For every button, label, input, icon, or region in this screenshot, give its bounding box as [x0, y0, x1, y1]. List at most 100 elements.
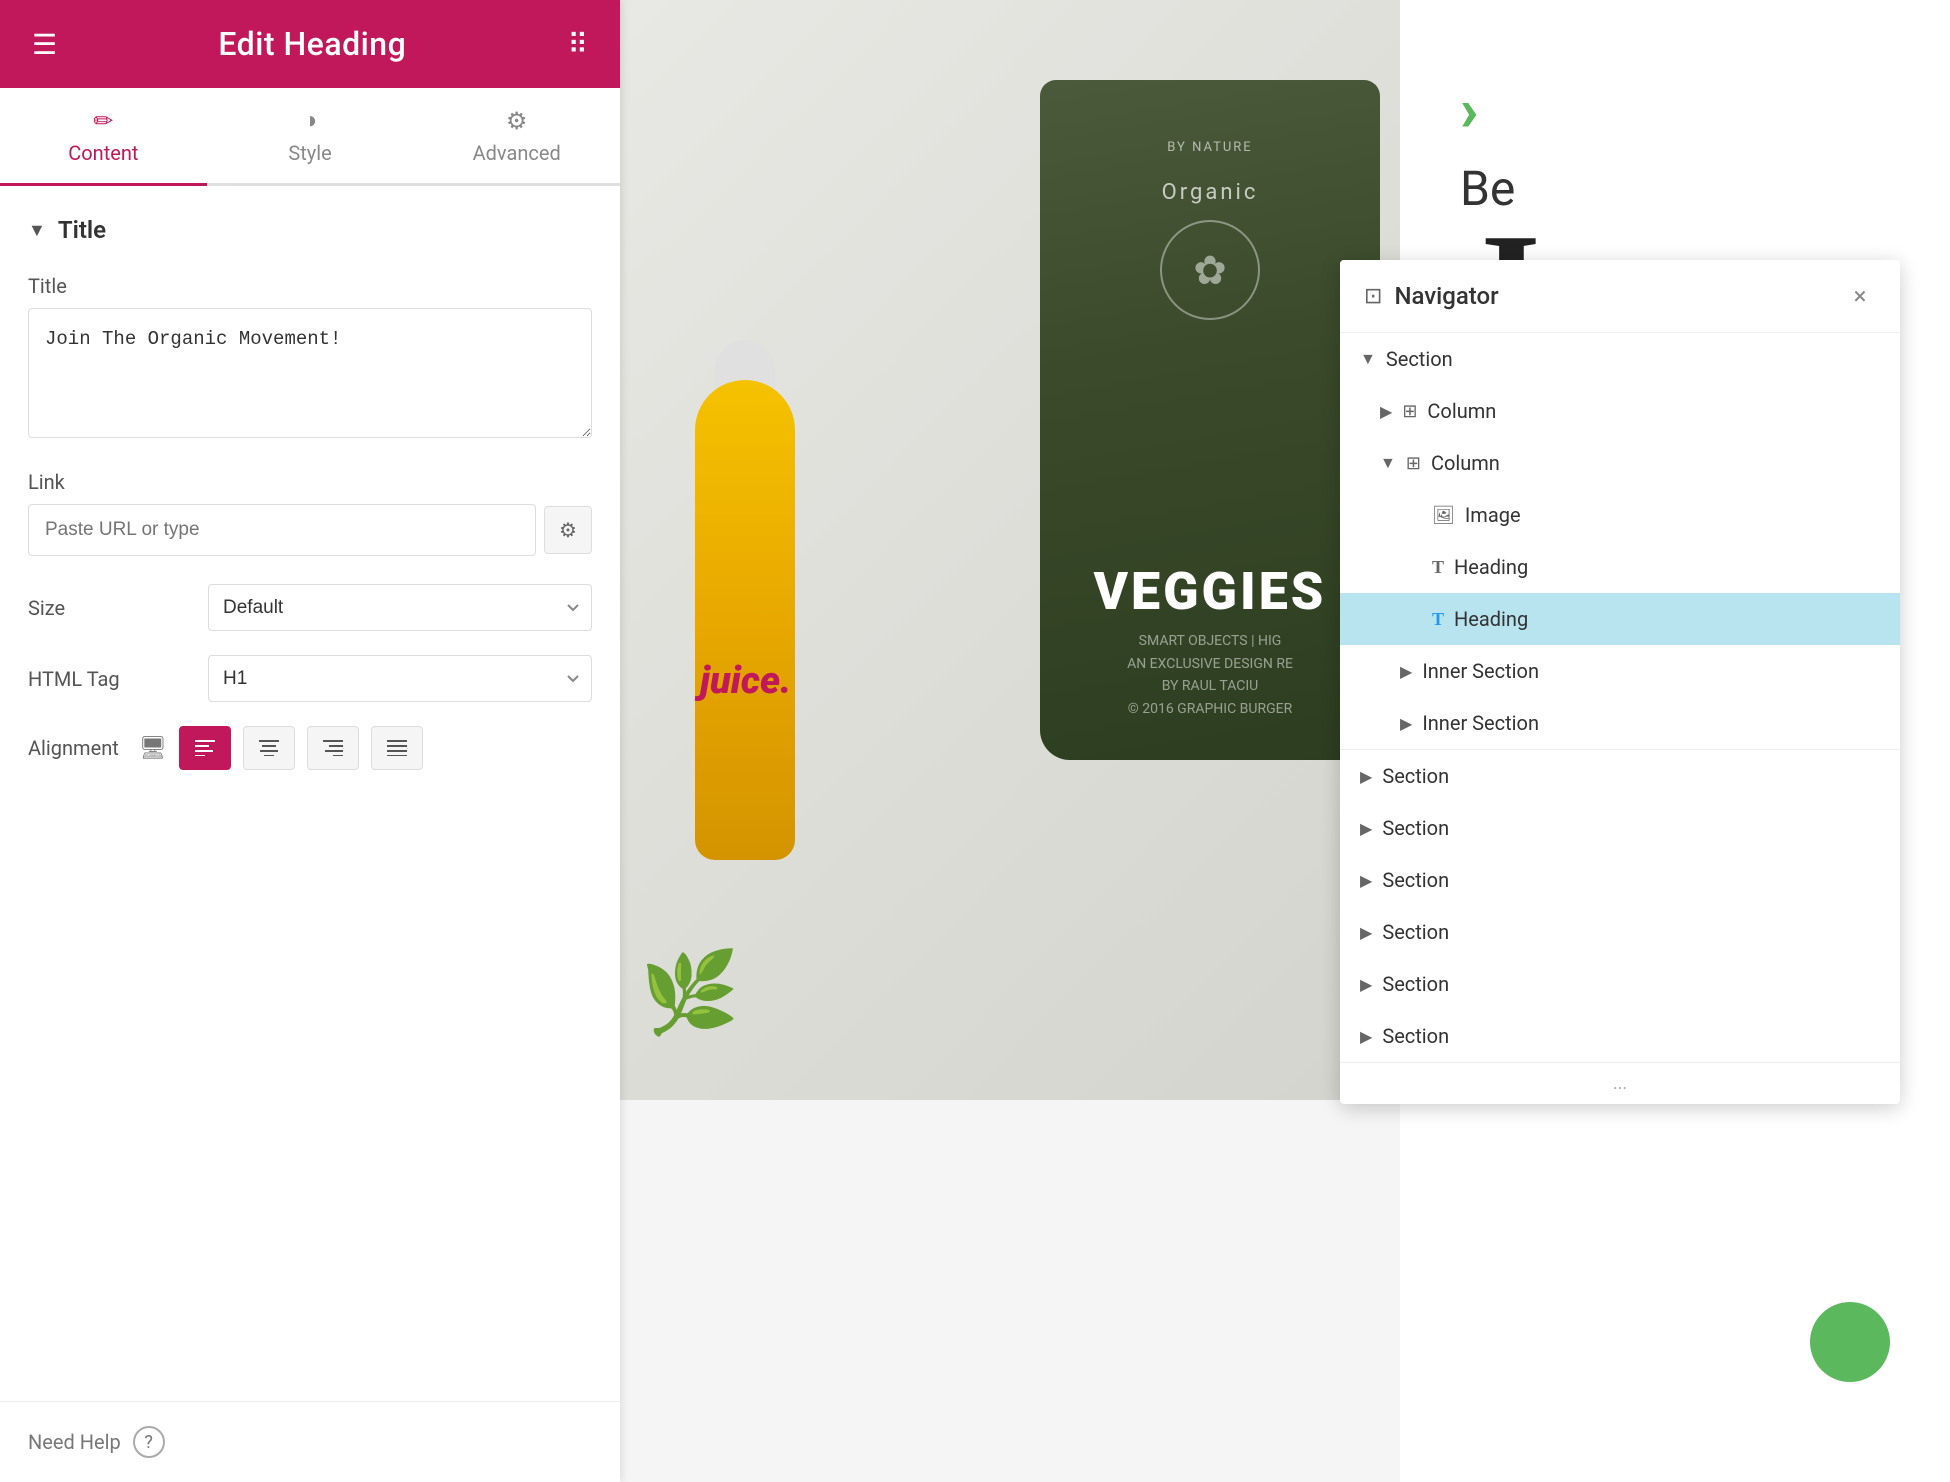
hamburger-icon[interactable]: ☰ [32, 28, 57, 61]
nav-item-section-2[interactable]: ▶ Section [1340, 750, 1900, 802]
monitor-icon: 🖥 [139, 736, 167, 761]
alignment-label: Alignment [28, 736, 119, 760]
nav-label-column-2: Column [1431, 451, 1500, 475]
size-label: Size [28, 596, 208, 620]
nav-item-inner-section-2[interactable]: ▶ Inner Section [1340, 697, 1900, 749]
nav-chevron-section5: ▶ [1360, 923, 1372, 942]
veggies-bag: BY NATURE Organic ✿ VEGGIES SMART OBJECT… [1040, 80, 1380, 760]
align-left-button[interactable] [179, 726, 231, 770]
nav-heading-icon-active: T [1432, 609, 1444, 630]
nav-label-heading-1: Heading [1454, 555, 1528, 579]
nav-heading-icon-1: T [1432, 557, 1444, 578]
nav-label-inner-section-2: Inner Section [1422, 711, 1539, 735]
nav-column-icon-2: ⊞ [1406, 453, 1421, 474]
arrow-decoration: › [1460, 80, 1890, 140]
nav-label-section-top: Section [1386, 347, 1453, 371]
size-field-row: Size Default Small Medium Large [28, 584, 592, 631]
collapse-arrow-icon[interactable]: ▼ [28, 220, 46, 241]
section-heading: Title [58, 216, 106, 244]
grid-icon[interactable]: ⠿ [567, 28, 588, 61]
nav-label-section-5: Section [1382, 920, 1449, 944]
nav-item-heading-active[interactable]: T Heading [1340, 593, 1900, 645]
bottle-body: juice. [695, 380, 795, 860]
product-image-area: BY NATURE Organic ✿ VEGGIES SMART OBJECT… [620, 0, 1400, 1100]
nav-item-section-3[interactable]: ▶ Section [1340, 802, 1900, 854]
bottle-text: juice. [700, 662, 790, 700]
navigator-header: ⊡ Navigator × [1340, 260, 1900, 333]
panel-tabs: ✏ Content ◑ Style ⚙ Advanced [0, 88, 620, 186]
nav-panel-icon: ⊡ [1364, 284, 1382, 309]
link-field-group: Link ⚙ [28, 470, 592, 556]
nav-label-section-2: Section [1382, 764, 1449, 788]
style-tab-label: Style [288, 141, 331, 165]
nav-item-section-top[interactable]: ▼ Section [1340, 333, 1900, 385]
title-field-group: Title Join The Organic Movement! [28, 274, 592, 442]
nav-item-heading-1[interactable]: T Heading [1340, 541, 1900, 593]
nav-item-image[interactable]: 🖼 Image [1340, 489, 1900, 541]
left-panel: ☰ Edit Heading ⠿ ✏ Content ◑ Style ⚙ Adv… [0, 0, 620, 1482]
html-tag-label: HTML Tag [28, 667, 208, 691]
html-tag-field-row: HTML Tag H1 H2 H3 div span p [28, 655, 592, 702]
tab-style[interactable]: ◑ Style [207, 88, 414, 183]
size-select[interactable]: Default Small Medium Large [208, 584, 592, 631]
alignment-row: Alignment 🖥 [28, 726, 592, 770]
nav-item-section-7[interactable]: ▶ Section [1340, 1010, 1900, 1062]
nav-header-left: ⊡ Navigator [1364, 282, 1499, 310]
advanced-tab-icon: ⚙ [506, 107, 528, 135]
nav-chevron-inner1: ▶ [1400, 662, 1412, 681]
title-input[interactable]: Join The Organic Movement! [28, 308, 592, 438]
nav-label-heading-active: Heading [1454, 607, 1528, 631]
link-settings-button[interactable]: ⚙ [544, 506, 592, 554]
nav-chevron-inner2: ▶ [1400, 714, 1412, 733]
tab-advanced[interactable]: ⚙ Advanced [413, 88, 620, 183]
align-center-button[interactable] [243, 726, 295, 770]
nav-label-column-1: Column [1427, 399, 1496, 423]
section-title-row: ▼ Title [28, 216, 592, 244]
bag-brand-text: Organic [1162, 180, 1259, 205]
bag-emblem-icon: ✿ [1160, 220, 1260, 320]
nav-chevron-col2: ▼ [1380, 453, 1396, 473]
nav-label-image: Image [1465, 503, 1521, 527]
navigator-panel: ⊡ Navigator × ▼ Section ▶ ⊞ Column ▼ ⊞ C… [1340, 260, 1900, 1104]
nav-image-icon: 🖼 [1432, 505, 1455, 526]
nav-chevron-section6: ▶ [1360, 975, 1372, 994]
link-label: Link [28, 470, 592, 494]
nav-label-section-7: Section [1382, 1024, 1449, 1048]
need-help-label: Need Help [28, 1430, 121, 1454]
nav-more-dots: ... [1613, 1073, 1627, 1094]
link-input-row: ⚙ [28, 504, 592, 556]
link-input[interactable] [28, 504, 536, 556]
align-right-button[interactable] [307, 726, 359, 770]
green-dot-decoration [1810, 1302, 1890, 1382]
content-tab-icon: ✏ [93, 107, 113, 135]
nav-column-icon-1: ⊞ [1402, 401, 1417, 422]
nav-item-section-6[interactable]: ▶ Section [1340, 958, 1900, 1010]
help-button[interactable]: ? [133, 1426, 165, 1458]
main-content: BY NATURE Organic ✿ VEGGIES SMART OBJECT… [620, 0, 1950, 1482]
nav-chevron-section2: ▶ [1360, 767, 1372, 786]
html-tag-select[interactable]: H1 H2 H3 div span p [208, 655, 592, 702]
nav-label-section-6: Section [1382, 972, 1449, 996]
tab-content[interactable]: ✏ Content [0, 88, 207, 186]
nav-item-column-1[interactable]: ▶ ⊞ Column [1340, 385, 1900, 437]
nav-item-section-5[interactable]: ▶ Section [1340, 906, 1900, 958]
bag-title-text: VEGGIES [1094, 561, 1327, 622]
nav-item-column-2[interactable]: ▼ ⊞ Column [1340, 437, 1900, 489]
advanced-tab-label: Advanced [473, 141, 561, 165]
nav-chevron-section3: ▶ [1360, 819, 1372, 838]
navigator-title: Navigator [1394, 282, 1498, 310]
nav-chevron-col1: ▶ [1380, 402, 1392, 421]
panel-body: ▼ Title Title Join The Organic Movement!… [0, 186, 620, 1401]
nav-chevron-section: ▼ [1360, 349, 1376, 369]
nav-item-inner-section-1[interactable]: ▶ Inner Section [1340, 645, 1900, 697]
navigator-close-button[interactable]: × [1844, 280, 1876, 312]
panel-footer: Need Help ? [0, 1401, 620, 1482]
title-label: Title [28, 274, 592, 298]
align-justify-button[interactable] [371, 726, 423, 770]
nav-chevron-section4: ▶ [1360, 871, 1372, 890]
nav-item-section-4[interactable]: ▶ Section [1340, 854, 1900, 906]
bag-subtitle-text: SMART OBJECTS | HIGAN EXCLUSIVE DESIGN R… [1127, 630, 1293, 720]
nav-chevron-section7: ▶ [1360, 1027, 1372, 1046]
help-icon: ? [144, 1432, 153, 1453]
content-tab-label: Content [68, 141, 138, 165]
